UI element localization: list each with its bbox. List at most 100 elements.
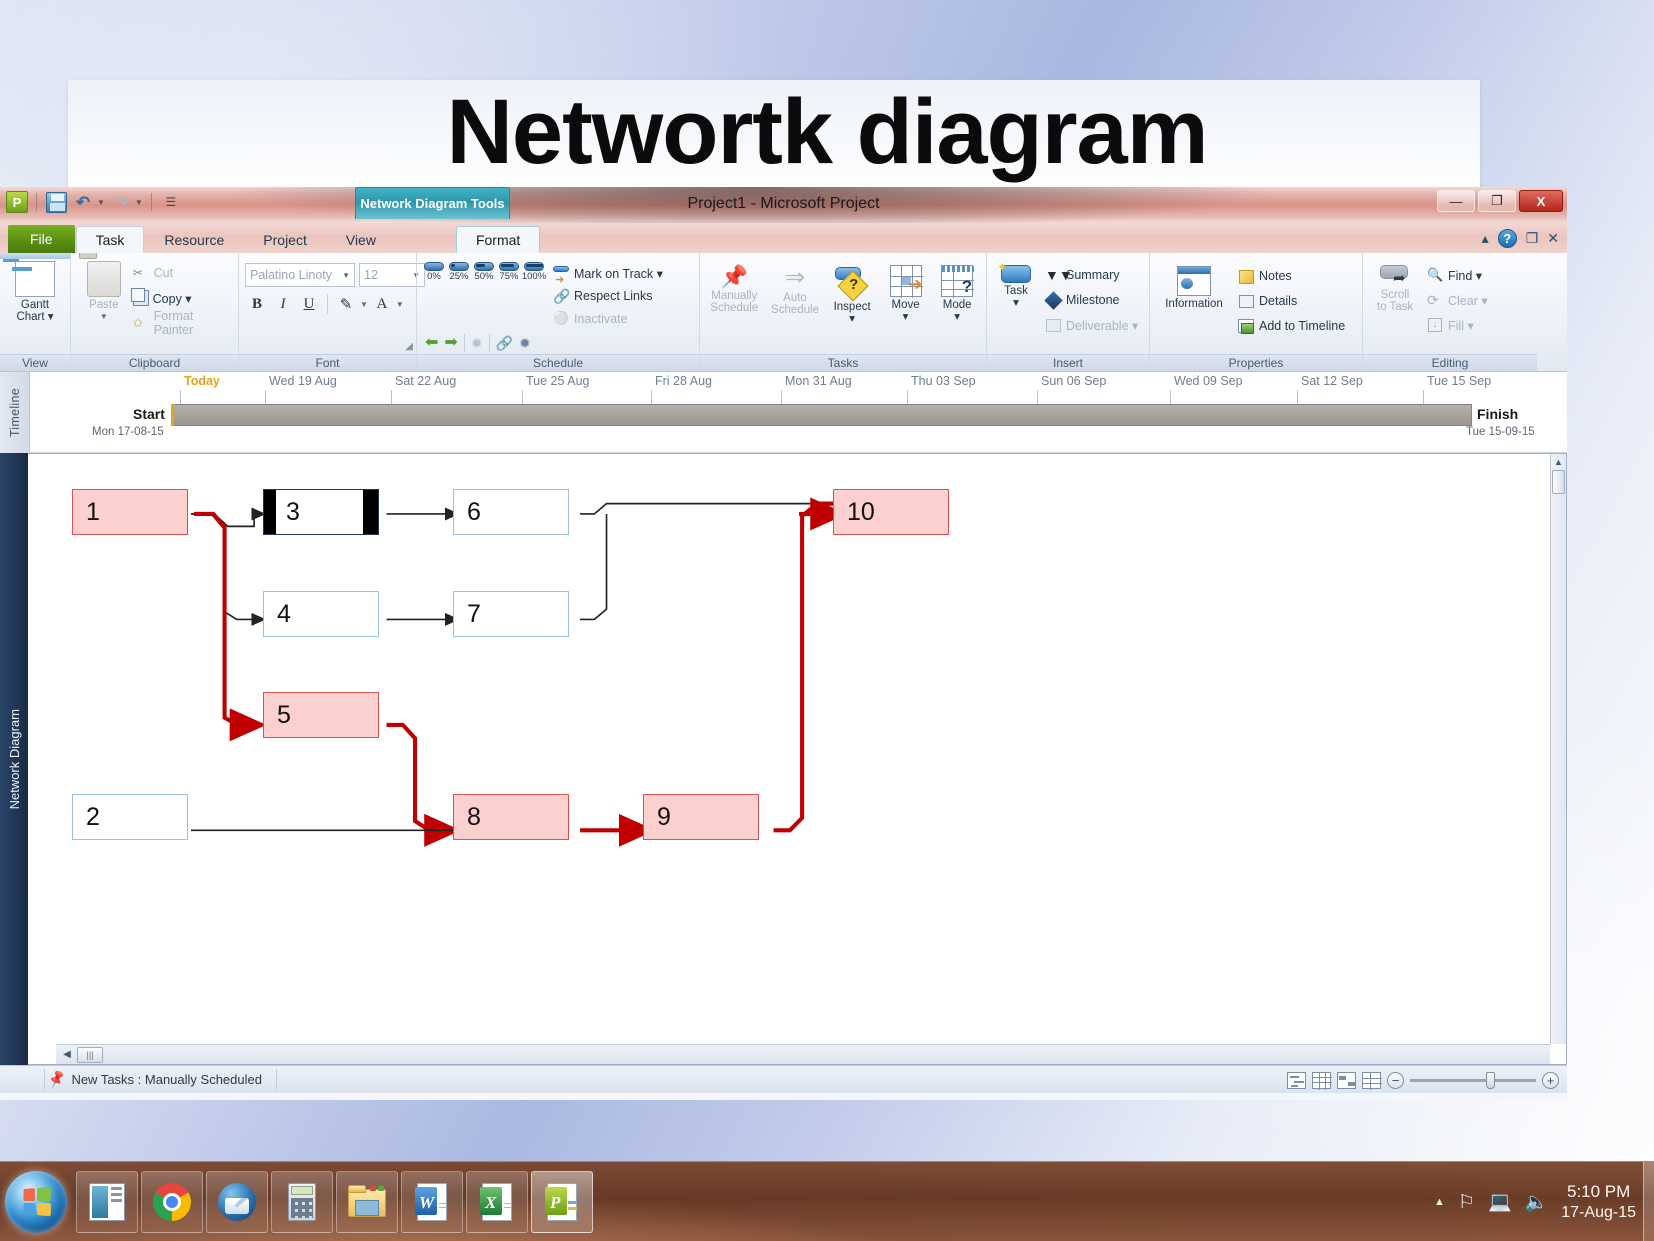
action-center-flag-icon[interactable]: ⚐: [1458, 1191, 1475, 1214]
tab-view[interactable]: View: [327, 226, 395, 253]
zoom-in-button[interactable]: +: [1542, 1071, 1559, 1089]
microsoft-word-icon[interactable]: W: [401, 1170, 463, 1233]
underline-button[interactable]: U: [297, 292, 321, 316]
calculator-icon[interactable]: [271, 1170, 333, 1233]
outdent-icon[interactable]: ⬅: [425, 335, 438, 351]
windows-explorer-icon[interactable]: [336, 1170, 398, 1233]
insert-task-button[interactable]: ✦ Task ▾: [993, 261, 1039, 309]
respect-links-button[interactable]: 🔗 Respect Links: [553, 285, 663, 307]
show-hidden-icons-icon[interactable]: ▲: [1434, 1196, 1445, 1208]
network-icon[interactable]: 💻: [1488, 1190, 1512, 1214]
tab-format[interactable]: Format: [455, 226, 541, 253]
unlink-tasks-icon[interactable]: ✹: [519, 335, 531, 352]
network-diagram-canvas[interactable]: ◀ ||| ▲ 1 3 6 10 4 7 5 2 8 9: [28, 453, 1567, 1065]
mozilla-thunderbird-icon[interactable]: [206, 1170, 268, 1233]
font-name-select[interactable]: Palatino Linoty ▼: [245, 263, 355, 287]
google-chrome-icon[interactable]: [141, 1170, 203, 1233]
network-node-10[interactable]: 10: [833, 489, 949, 535]
fill-button[interactable]: ↓ Fill ▾: [1427, 313, 1488, 337]
bold-button[interactable]: B: [245, 292, 269, 316]
network-node-5[interactable]: 5: [263, 692, 379, 738]
percent-25-button[interactable]: 25%: [448, 262, 470, 282]
percent-100-button[interactable]: 100%: [522, 262, 546, 282]
help-icon[interactable]: ?: [1497, 229, 1517, 248]
information-button[interactable]: Information: [1156, 262, 1232, 310]
horizontal-scrollbar[interactable]: ◀ |||: [56, 1044, 1550, 1064]
tab-resource[interactable]: Resource: [145, 226, 243, 253]
tab-file[interactable]: File: [8, 225, 75, 253]
scroll-to-task-button[interactable]: ➦ Scroll to Task: [1369, 261, 1421, 313]
summary-button[interactable]: ▼▼ Summary: [1045, 263, 1138, 287]
add-to-timeline-button[interactable]: Add to Timeline: [1238, 314, 1345, 338]
clock[interactable]: 5:10 PM 17-Aug-15: [1561, 1181, 1648, 1222]
percent-50-button[interactable]: 50%: [473, 262, 495, 282]
network-node-4[interactable]: 4: [263, 591, 379, 637]
clear-button[interactable]: ⟳ Clear ▾: [1427, 288, 1488, 312]
timeline-bar[interactable]: [171, 404, 1472, 426]
mode-button[interactable]: ? Mode ▾: [934, 261, 980, 323]
timeline-ruler[interactable]: Start Mon 17-08-15 Finish Tue 15-09-15 T…: [30, 372, 1567, 453]
start-orb[interactable]: [5, 1170, 67, 1233]
vertical-scroll-thumb[interactable]: [1552, 470, 1565, 494]
copy-button[interactable]: Copy ▾: [130, 286, 232, 310]
italic-button[interactable]: I: [271, 292, 295, 316]
font-dialog-launcher[interactable]: ◢: [405, 341, 413, 352]
network-node-6[interactable]: 6: [453, 489, 569, 535]
zoom-slider[interactable]: [1410, 1071, 1536, 1089]
indent-icon[interactable]: ➡: [444, 335, 457, 351]
paste-dropdown-icon[interactable]: ▼: [100, 312, 108, 321]
fill-color-icon[interactable]: ✎: [334, 292, 358, 316]
team-planner-view-icon[interactable]: [1337, 1071, 1356, 1089]
close-button[interactable]: X: [1519, 190, 1563, 212]
move-button[interactable]: ➔ Move ▾: [883, 261, 929, 323]
notes-button[interactable]: Notes: [1238, 264, 1345, 288]
network-node-8[interactable]: 8: [453, 794, 569, 840]
cut-button[interactable]: ✂ Cut: [133, 261, 232, 285]
status-mode[interactable]: 📌 New Tasks : Manually Scheduled: [0, 1069, 262, 1090]
inactivate-button[interactable]: ⚪ Inactivate: [553, 308, 663, 330]
fill-color-dropdown-icon[interactable]: ▼: [360, 300, 368, 309]
timeline-side-tab[interactable]: Timeline: [0, 372, 30, 453]
percent-75-button[interactable]: 75%: [498, 262, 520, 282]
network-node-2[interactable]: 2: [72, 794, 188, 840]
font-color-dropdown-icon[interactable]: ▼: [396, 300, 404, 309]
horizontal-scroll-thumb[interactable]: |||: [77, 1046, 103, 1063]
zoom-slider-thumb[interactable]: [1486, 1071, 1495, 1089]
minimize-button[interactable]: —: [1437, 190, 1475, 212]
manually-schedule-button[interactable]: 📌 Manually Schedule: [706, 261, 763, 314]
view-side-bar[interactable]: Network Diagram: [0, 453, 28, 1065]
close-ribbon-window-icon[interactable]: ✕: [1547, 230, 1559, 247]
collapse-ribbon-icon[interactable]: ▴: [1482, 230, 1489, 247]
scroll-left-arrow-icon[interactable]: ◀: [60, 1047, 74, 1062]
resource-sheet-view-icon[interactable]: [1362, 1071, 1382, 1090]
tab-task[interactable]: Task: [75, 226, 145, 253]
find-button[interactable]: 🔍 Find ▾: [1427, 263, 1488, 287]
network-node-7[interactable]: 7: [453, 591, 569, 637]
zoom-out-button[interactable]: −: [1387, 1071, 1404, 1089]
gantt-view-icon[interactable]: [1287, 1071, 1306, 1089]
vertical-scrollbar[interactable]: ▲: [1550, 454, 1566, 1044]
network-node-3[interactable]: 3: [263, 489, 379, 535]
milestone-button[interactable]: Milestone: [1044, 288, 1138, 312]
link-tasks-icon[interactable]: 🔗: [496, 335, 513, 352]
windows-media-center-icon[interactable]: [76, 1170, 138, 1233]
gantt-chart-button[interactable]: Gantt Chart ▾: [0, 253, 70, 323]
details-button[interactable]: Details: [1238, 289, 1345, 313]
inspect-button[interactable]: ? Inspect ▾: [827, 261, 876, 325]
deliverable-button[interactable]: Deliverable ▾: [1045, 313, 1138, 337]
volume-muted-icon[interactable]: 🔈: [1525, 1190, 1549, 1214]
restore-button[interactable]: ❐: [1478, 190, 1516, 212]
scroll-up-arrow-icon[interactable]: ▲: [1551, 454, 1566, 470]
auto-schedule-button[interactable]: ⇒ Auto Schedule: [769, 261, 822, 316]
network-node-9[interactable]: 9: [643, 794, 759, 840]
network-node-1[interactable]: 1: [72, 489, 188, 535]
font-color-icon[interactable]: A: [370, 292, 394, 316]
tab-project[interactable]: Project: [244, 226, 326, 253]
mark-on-track-button[interactable]: ➜ Mark on Track ▾: [553, 262, 663, 286]
percent-0-button[interactable]: 0%: [423, 262, 445, 282]
task-usage-view-icon[interactable]: [1312, 1071, 1332, 1090]
microsoft-excel-icon[interactable]: X: [466, 1170, 528, 1233]
paste-button[interactable]: Paste ▼: [77, 257, 131, 321]
restore-ribbon-window-icon[interactable]: ❐: [1526, 230, 1539, 247]
microsoft-project-icon[interactable]: P: [531, 1170, 593, 1233]
